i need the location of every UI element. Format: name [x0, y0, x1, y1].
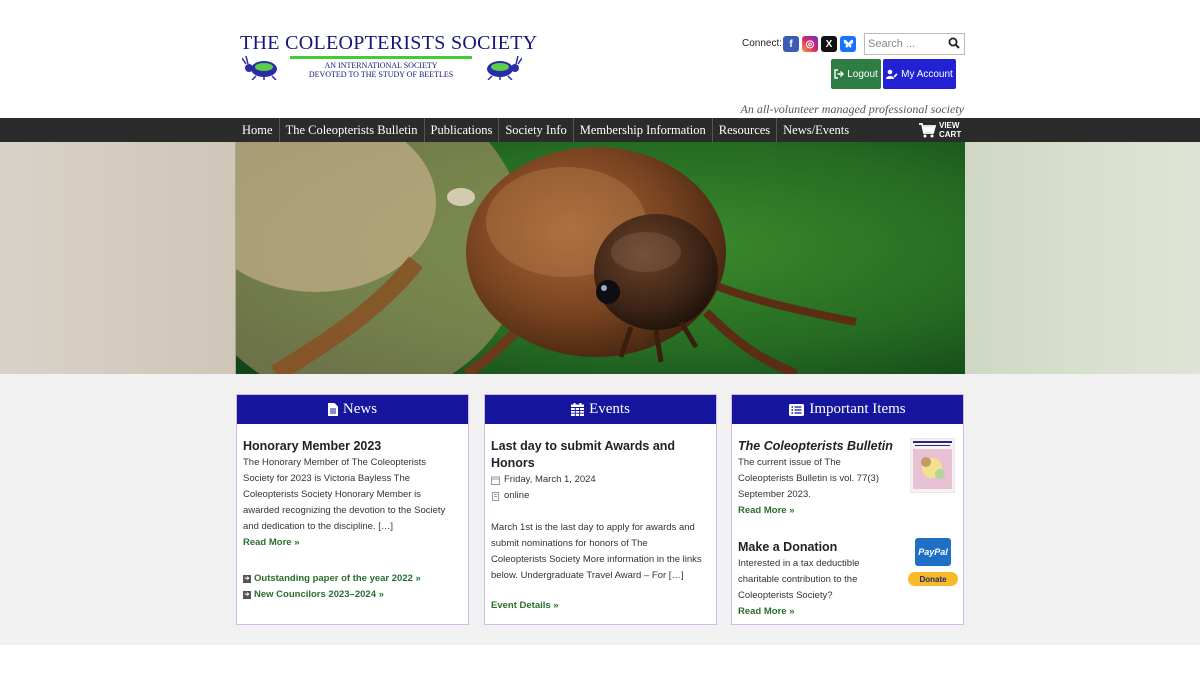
event-text-line: submit nominations for honors of The — [491, 538, 648, 549]
important-items-heading: Important Items — [809, 401, 906, 417]
nav-home[interactable]: Home — [236, 118, 280, 142]
my-account-button[interactable]: My Account — [883, 59, 956, 89]
site-logo[interactable]: THE COLEOPTERISTS SOCIETY AN INTERNATION… — [240, 32, 538, 82]
beetle-left-icon — [242, 55, 277, 80]
tagline: An all-volunteer managed professional so… — [740, 102, 964, 116]
arrow-right-icon: ➔ — [243, 575, 251, 583]
donation-text-line: Coleopterists Society? — [738, 590, 833, 601]
sign-out-icon — [834, 69, 845, 79]
important-items-card: Important Items The Coleopterists Bullet… — [731, 394, 964, 625]
nav-publications[interactable]: Publications — [425, 118, 500, 142]
butterfly-icon — [843, 39, 853, 48]
news-heading: News — [342, 401, 378, 417]
document-icon — [327, 403, 338, 416]
nav-items: Home The Coleopterists Bulletin Publicat… — [236, 118, 855, 142]
event-text-line: Coleopterists Society More information i… — [491, 554, 702, 565]
event-location-text: online — [504, 490, 530, 501]
news-text-line: The Honorary Member of The Coleopterists — [243, 457, 427, 468]
news-text-line: awarded recognizing the devotion to the … — [243, 505, 446, 516]
logo-subtitle-1: AN INTERNATIONAL SOCIETY — [324, 61, 438, 70]
events-heading: Events — [589, 401, 630, 417]
view-cart-button[interactable]: VIEW CART — [919, 121, 963, 139]
news-link-new-councilors[interactable]: ➔ New Councilors 2023–2024 » — [243, 587, 462, 603]
donation-read-more-link[interactable]: Read More » — [738, 604, 957, 620]
main-nav: Home The Coleopterists Bulletin Publicat… — [0, 118, 1200, 142]
important-items-header: Important Items — [732, 395, 963, 424]
my-account-label: My Account — [901, 68, 953, 80]
event-title-line: Honors — [491, 456, 535, 470]
facebook-icon[interactable]: f — [783, 36, 799, 52]
logo-title: THE COLEOPTERISTS SOCIETY — [240, 32, 538, 54]
events-body: Last day to submit Awards and Honors Fri… — [485, 424, 716, 614]
site-header: THE COLEOPTERISTS SOCIETY AN INTERNATION… — [0, 0, 1200, 118]
x-icon[interactable]: X — [821, 36, 837, 52]
cart-label-line2: CART — [939, 130, 962, 139]
news-header: News — [237, 395, 468, 424]
nav-resources[interactable]: Resources — [713, 118, 778, 142]
event-date: Friday, March 1, 2024 — [491, 472, 710, 488]
news-text-line: Society for 2023 is Victoria Bayless The — [243, 473, 411, 484]
event-text-line: March 1st is the last day to apply for a… — [491, 522, 695, 533]
bulletin-read-more-link[interactable]: Read More » — [738, 503, 957, 519]
event-location: online — [491, 488, 710, 504]
user-edit-icon — [886, 69, 898, 79]
paypal-logo: PayPal — [915, 538, 951, 566]
event-title-line: Last day to submit Awards and — [491, 439, 676, 453]
event-details-link[interactable]: Event Details » — [491, 598, 710, 614]
news-body: Honorary Member 2023 The Honorary Member… — [237, 424, 468, 603]
footer-band — [0, 645, 1200, 675]
connect-label: Connect: — [742, 38, 783, 49]
instagram-icon[interactable]: ◎ — [802, 36, 818, 52]
event-title[interactable]: Last day to submit Awards and Honors — [491, 438, 710, 472]
news-link-label: New Councilors 2023–2024 » — [254, 589, 384, 600]
search-box[interactable] — [864, 33, 965, 55]
cart-label-line1: VIEW — [939, 121, 960, 130]
news-text-line: Coleopterists Society Honorary Member is — [243, 489, 421, 500]
building-icon — [492, 491, 499, 501]
news-link-label: Outstanding paper of the year 2022 » — [254, 573, 421, 584]
search-input[interactable] — [868, 36, 948, 52]
logo-divider — [290, 56, 472, 59]
beetle-right-icon — [487, 55, 522, 80]
calendar-icon — [571, 403, 585, 416]
list-icon — [789, 403, 805, 416]
events-header: Events — [485, 395, 716, 424]
cart-icon — [919, 122, 936, 137]
news-link-outstanding-paper[interactable]: ➔ Outstanding paper of the year 2022 » — [243, 571, 462, 587]
logo-subtitle-2: DEVOTED TO THE STUDY OF BEETLES — [308, 70, 454, 79]
news-text: The Honorary Member of The Coleopterists… — [243, 455, 462, 535]
logout-label: Logout — [847, 68, 878, 80]
event-text: March 1st is the last day to apply for a… — [491, 520, 710, 584]
important-items-body: The Coleopterists Bulletin The current i… — [732, 424, 963, 620]
event-date-text: Friday, March 1, 2024 — [504, 474, 596, 485]
arrow-right-icon: ➔ — [243, 591, 251, 599]
search-icon[interactable] — [948, 37, 960, 49]
nav-bulletin[interactable]: The Coleopterists Bulletin — [280, 118, 425, 142]
news-text-line: and dedication to the discipline. […] — [243, 521, 393, 532]
bluesky-icon[interactable] — [840, 36, 856, 52]
bulletin-cover-thumbnail[interactable] — [910, 438, 955, 493]
calendar-small-icon — [491, 476, 500, 485]
beetle-photo — [236, 142, 965, 374]
nav-society-info[interactable]: Society Info — [499, 118, 574, 142]
nav-membership[interactable]: Membership Information — [574, 118, 713, 142]
hero-beetle-image — [236, 142, 965, 374]
events-card: Events Last day to submit Awards and Hon… — [484, 394, 717, 625]
logout-button[interactable]: Logout — [831, 59, 881, 89]
news-title[interactable]: Honorary Member 2023 — [243, 438, 462, 455]
cart-label: VIEW CART — [939, 121, 963, 139]
donate-button[interactable]: Donate — [908, 572, 958, 586]
news-read-more-link[interactable]: Read More » — [243, 535, 462, 551]
event-text-line: below. Undergraduate Travel Award – For … — [491, 570, 684, 581]
nav-news-events[interactable]: News/Events — [777, 118, 855, 142]
news-card: News Honorary Member 2023 The Honorary M… — [236, 394, 469, 625]
